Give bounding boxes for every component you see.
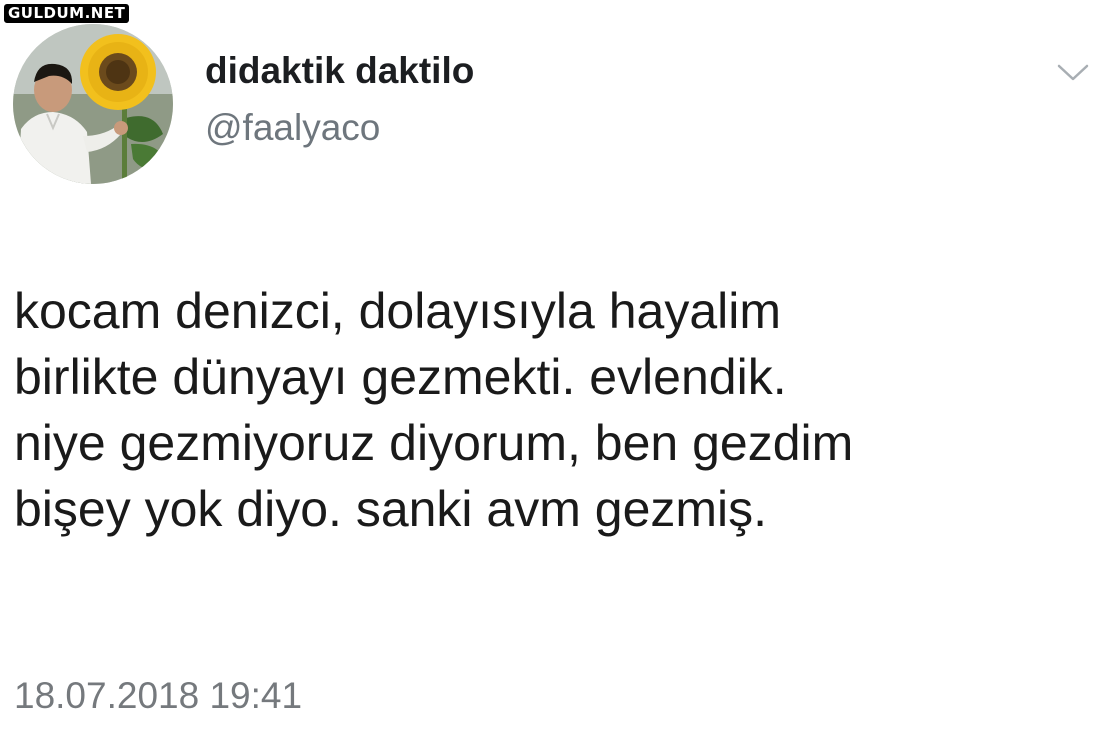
chevron-down-icon[interactable] [1056,62,1090,84]
tweet-text-line: birlikte dünyayı gezmekti. evlendik. [14,349,787,405]
tweet-text-line: kocam denizci, dolayısıyla hayalim [14,283,781,339]
tweet-timestamp[interactable]: 18.07.2018 19:41 [14,675,302,717]
author-name[interactable]: didaktik daktilo [205,50,474,92]
tweet-card: didaktik daktilo @faalyaco kocam denizci… [0,0,1099,747]
author-handle[interactable]: @faalyaco [205,107,380,149]
tweet-text-line: niye gezmiyoruz diyorum, ben gezdim [14,415,854,471]
tweet-text: kocam denizci, dolayısıyla hayalim birli… [14,278,1089,542]
avatar[interactable] [13,24,173,184]
tweet-text-line: bişey yok diyo. sanki avm gezmiş. [14,481,768,537]
